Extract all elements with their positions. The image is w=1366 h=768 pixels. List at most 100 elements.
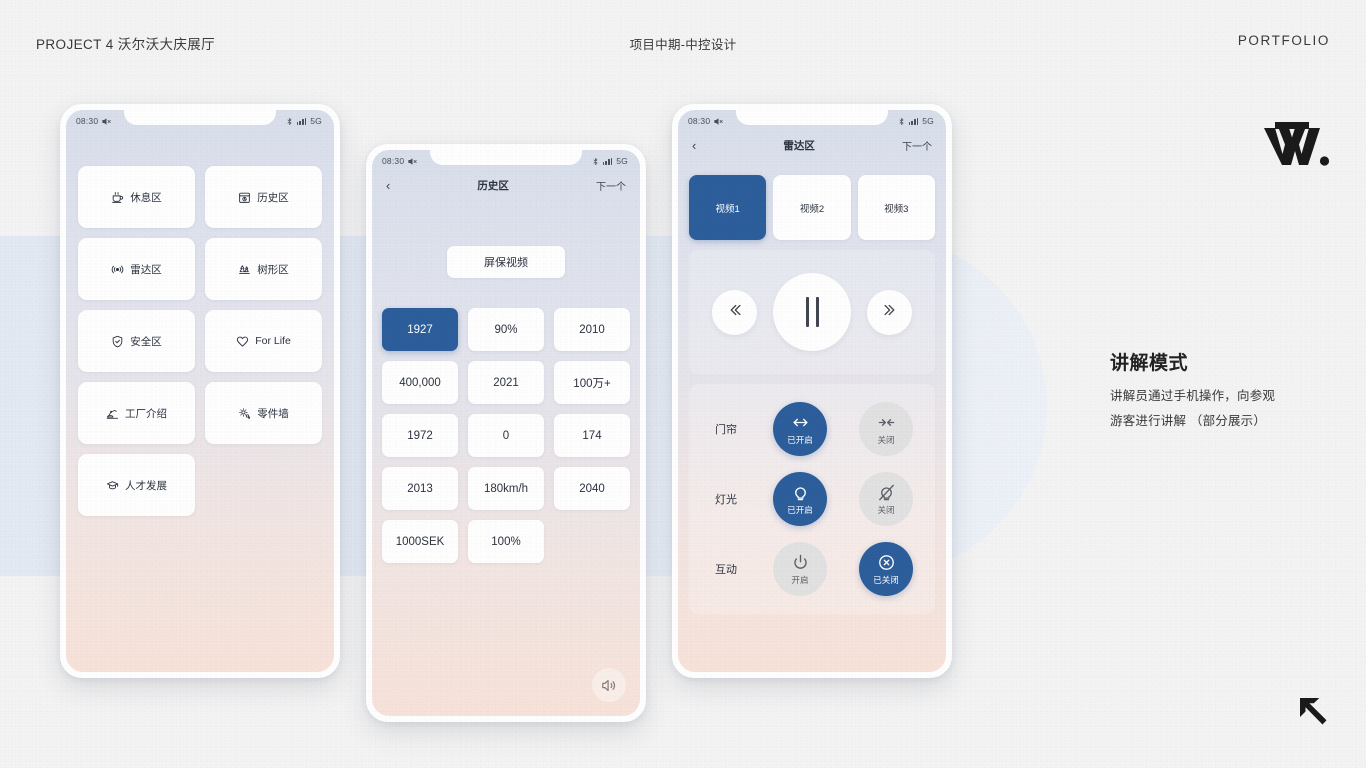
heart-icon <box>236 335 249 348</box>
mute-icon <box>102 117 111 126</box>
status-time: 08:30 <box>382 156 405 166</box>
number-cell[interactable]: 2021 <box>468 361 544 404</box>
history-phone-screen: 08:30 5G ‹ 历史区 下一个 屏保视频 1927 90% 2010 40… <box>372 150 640 716</box>
network-type: 5G <box>922 116 934 126</box>
number-cell[interactable]: 100万+ <box>554 361 630 404</box>
curtain-open-button[interactable]: 已开启 <box>773 402 827 456</box>
control-row-light: 灯光 已开启 关闭 <box>695 464 929 534</box>
radar-phone-mockup: 08:30 5G ‹ 雷达区 下一个 视频1 视频2 视频3 门帘 已开启 关闭… <box>672 104 952 678</box>
rewind-button[interactable] <box>712 289 757 335</box>
menu-item-rest-area[interactable]: 休息区 <box>78 166 195 228</box>
side-line-2: 游客进行讲解 （部分展示） <box>1110 414 1267 428</box>
tree-icon <box>238 263 251 276</box>
pause-button[interactable] <box>773 273 851 351</box>
number-cell[interactable]: 180km/h <box>468 467 544 510</box>
control-state-label: 关闭 <box>877 434 895 445</box>
mute-icon <box>408 157 417 166</box>
menu-item-talent-development[interactable]: 人才发展 <box>78 454 195 516</box>
number-cell[interactable]: 1927 <box>382 308 458 351</box>
history-calendar-icon <box>238 191 251 204</box>
video-tab[interactable]: 视频3 <box>857 175 935 240</box>
control-label: 门帘 <box>715 424 737 436</box>
menu-item-safety-area[interactable]: 安全区 <box>78 310 195 372</box>
control-row-curtain: 门帘 已开启 关闭 <box>695 394 929 464</box>
shield-check-icon <box>111 335 124 348</box>
menu-item-for-life[interactable]: For Life <box>205 310 322 372</box>
fast-forward-button[interactable] <box>867 289 912 335</box>
back-icon[interactable]: ‹ <box>692 139 696 152</box>
number-cell[interactable]: 100% <box>468 520 544 563</box>
number-cell[interactable]: 1000SEK <box>382 520 458 563</box>
menu-item-radar-area[interactable]: 雷达区 <box>78 238 195 300</box>
side-line-1: 讲解员通过手机操作，向参观 <box>1110 389 1276 403</box>
number-grid: 1927 90% 2010 400,000 2021 100万+ 1972 0 … <box>372 278 640 563</box>
menu-item-history-area[interactable]: 历史区 <box>205 166 322 228</box>
video-tab[interactable]: 视频2 <box>773 175 851 240</box>
page-title: 雷达区 <box>783 139 815 152</box>
coffee-cup-icon <box>111 191 124 204</box>
signal-bars-icon <box>602 157 613 165</box>
mute-icon <box>714 117 723 126</box>
side-title: 讲解模式 <box>1110 353 1189 374</box>
network-type: 5G <box>616 156 628 166</box>
volume-button[interactable] <box>592 668 626 702</box>
video-tab[interactable]: 视频1 <box>689 175 767 240</box>
status-time: 08:30 <box>688 116 711 126</box>
arrows-open-icon <box>791 413 810 432</box>
interaction-on-button[interactable]: 开启 <box>773 542 827 596</box>
menu-item-parts-wall[interactable]: 零件墙 <box>205 382 322 444</box>
menu-item-tree-area[interactable]: 树形区 <box>205 238 322 300</box>
lightbulb-icon <box>791 483 810 502</box>
signal-bars-icon <box>908 117 919 125</box>
status-bar: 08:30 5G <box>66 110 334 132</box>
interaction-off-button[interactable]: 已关闭 <box>859 542 913 596</box>
menu-item-label: 树形区 <box>257 263 289 276</box>
next-page-button[interactable]: 下一个 <box>902 138 932 153</box>
phone-notch <box>736 110 888 125</box>
light-off-button[interactable]: 关闭 <box>859 472 913 526</box>
arrow-up-left-logo <box>1298 696 1330 728</box>
media-controls-panel <box>689 250 935 374</box>
phone-notch <box>124 110 276 125</box>
curtain-close-button[interactable]: 关闭 <box>859 402 913 456</box>
control-row-interaction: 互动 开启 已关闭 <box>695 534 929 604</box>
number-cell[interactable]: 2013 <box>382 467 458 510</box>
light-on-button[interactable]: 已开启 <box>773 472 827 526</box>
number-cell[interactable]: 2010 <box>554 308 630 351</box>
menu-item-label: 工厂介绍 <box>125 407 167 420</box>
menu-item-label: 安全区 <box>130 335 162 348</box>
control-state-label: 已开启 <box>787 434 813 445</box>
network-type: 5G <box>310 116 322 126</box>
pause-icon <box>805 297 819 327</box>
screensaver-video-button[interactable]: 屏保视频 <box>447 246 565 278</box>
number-cell[interactable]: 400,000 <box>382 361 458 404</box>
fast-forward-icon <box>881 301 899 324</box>
page-header: PROJECT 4 沃尔沃大庆展厅 项目中期-中控设计 PORTFOLIO <box>0 33 1366 55</box>
bluetooth-icon <box>592 157 599 166</box>
radar-navbar: ‹ 雷达区 下一个 <box>678 132 946 158</box>
number-cell[interactable]: 174 <box>554 414 630 457</box>
control-label: 灯光 <box>715 494 737 506</box>
number-cell-empty <box>554 520 630 563</box>
graduation-cap-icon <box>106 479 119 492</box>
side-description-block: 讲解模式 讲解员通过手机操作，向参观 游客进行讲解 （部分展示） <box>1110 348 1340 434</box>
bluetooth-icon <box>898 117 905 126</box>
arrows-close-icon <box>877 413 896 432</box>
menu-item-label: 历史区 <box>257 191 289 204</box>
number-cell[interactable]: 1972 <box>382 414 458 457</box>
video-selector-row: 视频1 视频2 视频3 <box>678 158 946 240</box>
number-cell[interactable]: 0 <box>468 414 544 457</box>
lightbulb-off-icon <box>877 483 896 502</box>
number-cell[interactable]: 90% <box>468 308 544 351</box>
control-state-label: 已关闭 <box>873 574 899 585</box>
number-cell[interactable]: 2040 <box>554 467 630 510</box>
next-page-button[interactable]: 下一个 <box>596 178 626 193</box>
status-bar: 08:30 5G <box>678 110 946 132</box>
back-icon[interactable]: ‹ <box>386 179 390 192</box>
menu-item-factory-intro[interactable]: 工厂介绍 <box>78 382 195 444</box>
vw-monogram-logo <box>1264 120 1330 168</box>
close-circle-icon <box>877 553 896 572</box>
menu-item-label: 人才发展 <box>125 479 167 492</box>
rewind-icon <box>726 301 744 324</box>
bluetooth-icon <box>286 117 293 126</box>
